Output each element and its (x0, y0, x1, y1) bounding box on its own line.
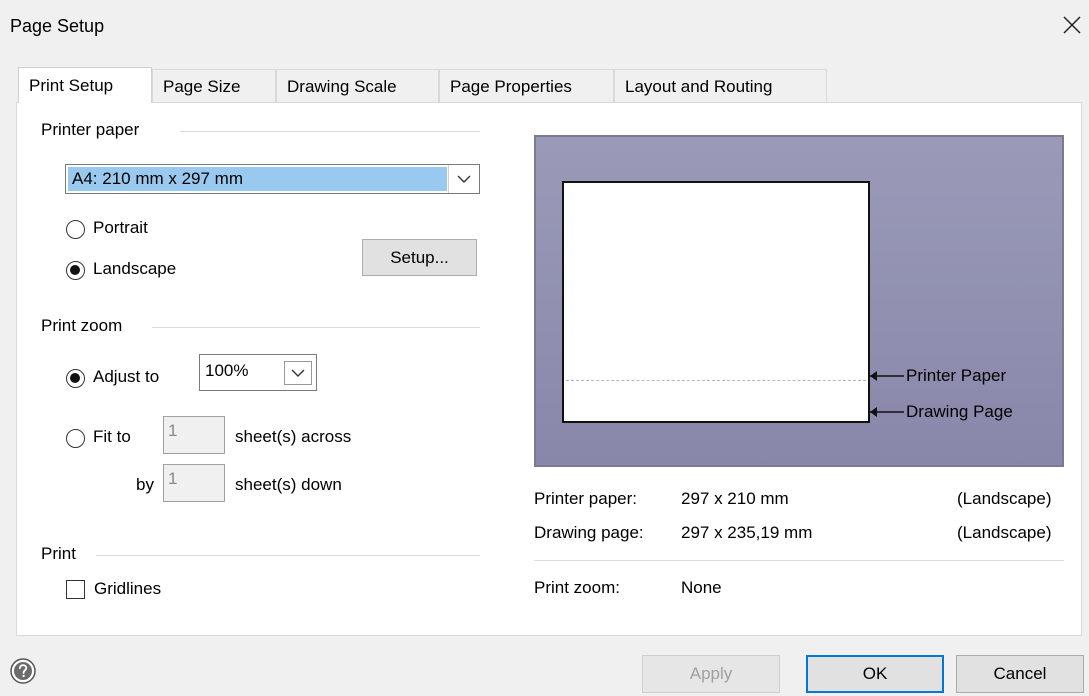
gridlines-checkbox[interactable] (66, 580, 85, 599)
cancel-button[interactable]: Cancel (956, 655, 1084, 693)
drawing-page-info-value: 297 x 235,19 mm (681, 523, 813, 542)
zoom-percent-dropdown[interactable] (284, 361, 312, 385)
page-preview: Printer Paper Drawing Page (534, 135, 1064, 467)
printer-paper-info-key: Printer paper: (534, 489, 637, 508)
adjust-to-label: Adjust to (93, 367, 160, 386)
print-zoom-group-label: Print zoom (41, 316, 123, 335)
printer-paper-info-value: 297 x 210 mm (681, 489, 789, 508)
dialog-title: Page Setup (10, 16, 105, 36)
portrait-label: Portrait (93, 218, 148, 237)
drawing-page-info-key: Drawing page: (534, 523, 644, 542)
across-label: sheet(s) across (235, 427, 352, 446)
setup-button[interactable]: Setup... (362, 239, 477, 276)
fit-to-radio[interactable] (66, 429, 85, 448)
adjust-to-radio[interactable] (66, 369, 85, 388)
printer-paper-group-label: Printer paper (41, 120, 140, 139)
help-icon (10, 658, 36, 684)
tab-layout-and-routing[interactable]: Layout and Routing (614, 69, 827, 103)
print-zoom-divider (152, 327, 480, 328)
paper-size-select[interactable]: A4: 210 mm x 297 mm (65, 164, 480, 194)
printer-paper-info-orientation: (Landscape) (957, 489, 1052, 508)
fit-across-input[interactable]: 1 (163, 416, 225, 454)
gridlines-label: Gridlines (94, 579, 162, 598)
print-group-label: Print (41, 544, 76, 563)
preview-drawing-page-label: Drawing Page (906, 402, 1013, 421)
down-label: sheet(s) down (235, 475, 342, 494)
tab-page-properties[interactable]: Page Properties (439, 69, 614, 103)
zoom-percent-select[interactable]: 100% (199, 354, 317, 391)
portrait-radio[interactable] (66, 220, 85, 239)
print-zoom-info-value: None (681, 578, 722, 597)
paper-size-dropdown[interactable] (448, 165, 479, 193)
by-label: by (136, 475, 154, 494)
zoom-percent-value: 100% (205, 361, 249, 380)
apply-button[interactable]: Apply (642, 655, 780, 693)
close-icon (1063, 16, 1081, 34)
fit-down-input[interactable]: 1 (163, 464, 225, 502)
print-divider (96, 555, 480, 556)
landscape-radio[interactable] (66, 261, 85, 280)
fit-to-label: Fit to (93, 427, 131, 446)
close-button[interactable] (1059, 12, 1085, 38)
landscape-label: Landscape (93, 259, 177, 278)
preview-page (562, 181, 870, 423)
tab-page-size[interactable]: Page Size (152, 69, 276, 103)
drawing-page-info-orientation: (Landscape) (957, 523, 1052, 542)
preview-paper-boundary (566, 380, 866, 381)
preview-arrows (870, 371, 904, 417)
print-zoom-info-key: Print zoom: (534, 578, 620, 597)
printer-paper-divider (180, 131, 480, 132)
info-divider (534, 560, 1064, 561)
chevron-down-icon (291, 369, 305, 377)
tab-print-setup[interactable]: Print Setup (18, 67, 152, 103)
help-button[interactable] (10, 658, 36, 689)
paper-size-value: A4: 210 mm x 297 mm (68, 167, 447, 191)
tab-drawing-scale[interactable]: Drawing Scale (276, 69, 439, 103)
ok-button[interactable]: OK (806, 655, 944, 693)
preview-printer-paper-label: Printer Paper (906, 366, 1007, 385)
chevron-down-icon (457, 175, 471, 183)
